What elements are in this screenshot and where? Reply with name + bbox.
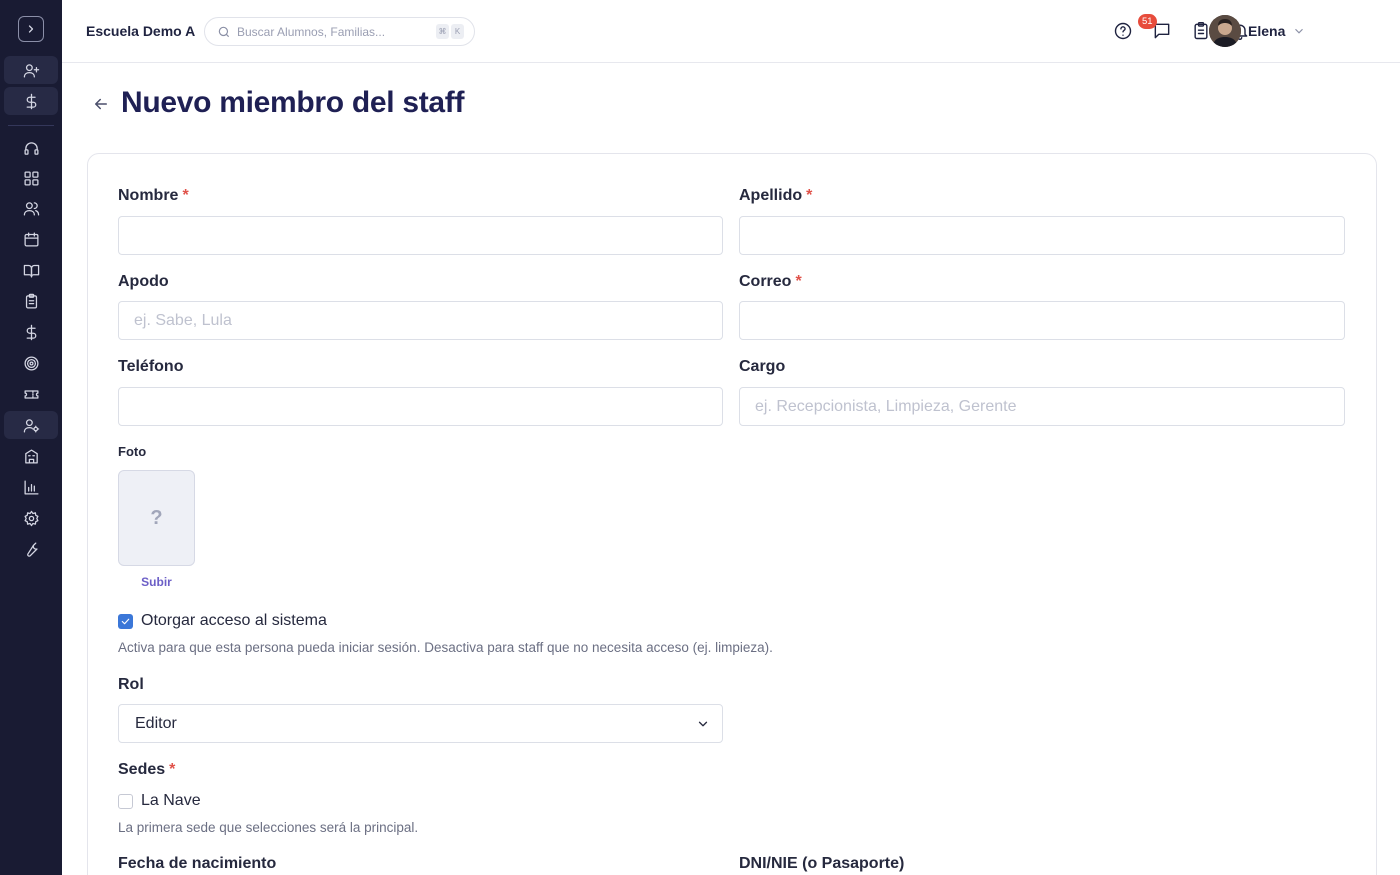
checkmark-icon — [121, 618, 130, 625]
dollar-icon — [26, 93, 36, 109]
phone-field[interactable] — [118, 387, 723, 426]
email-field[interactable] — [739, 301, 1345, 340]
first-name-field[interactable] — [118, 216, 723, 255]
sidebar-divider — [8, 125, 54, 126]
tasks-button[interactable] — [1191, 21, 1211, 41]
last-name-field[interactable] — [739, 216, 1345, 255]
user-photo-icon — [1209, 15, 1241, 47]
page-title: Nuevo miembro del staff — [121, 86, 465, 119]
user-plus-icon — [23, 63, 39, 78]
chevron-down-icon — [1295, 28, 1303, 34]
headset-icon — [23, 141, 39, 155]
user-menu-button[interactable] — [1292, 24, 1306, 38]
upload-photo-link[interactable]: Subir — [118, 575, 195, 589]
system-access-label[interactable]: Otorgar acceso al sistema — [141, 612, 327, 630]
sidebar — [0, 0, 62, 875]
role-selected-value: Editor — [135, 715, 177, 732]
location-la-nave-checkbox[interactable] — [118, 794, 133, 809]
staff-form-card — [87, 153, 1377, 875]
locations-hint: La primera sede que selecciones será la … — [118, 820, 419, 835]
sidebar-item-add-user[interactable] — [4, 56, 58, 84]
sidebar-item-tickets[interactable] — [4, 380, 58, 408]
sidebar-item-billing-quick[interactable] — [4, 87, 58, 115]
sidebar-item-calendar[interactable] — [4, 225, 58, 253]
users-icon — [23, 201, 39, 216]
tasks-count-badge: 51 — [1138, 14, 1157, 29]
photo-placeholder-glyph: ? — [150, 506, 163, 529]
search-input[interactable] — [237, 23, 427, 41]
sidebar-item-settings[interactable] — [4, 504, 58, 532]
calendar-icon — [23, 231, 39, 247]
search-box[interactable]: ⌘ K — [204, 17, 475, 46]
system-access-hint: Activa para que esta persona pueda inici… — [118, 640, 773, 655]
shortcut-key-k: K — [451, 24, 464, 39]
ticket-icon — [23, 389, 39, 399]
position-field[interactable] — [739, 387, 1345, 426]
phone-label: Teléfono — [118, 358, 184, 375]
sidebar-item-dashboard[interactable] — [4, 164, 58, 192]
sidebar-item-goals[interactable] — [4, 349, 58, 377]
bar-chart-icon — [23, 479, 39, 495]
dollar-icon — [26, 324, 36, 340]
email-label: Correo * — [739, 273, 802, 290]
sidebar-item-tools[interactable] — [4, 535, 58, 563]
photo-placeholder[interactable]: ? — [118, 470, 195, 566]
chevron-down-icon — [698, 721, 708, 727]
sidebar-toggle-button[interactable] — [18, 16, 44, 42]
sidebar-item-students[interactable] — [4, 194, 58, 222]
user-cog-icon — [23, 418, 39, 433]
first-name-label: Nombre * — [118, 187, 189, 204]
help-circle-icon — [1114, 22, 1132, 40]
gear-icon — [23, 510, 39, 526]
chevron-right-icon — [28, 25, 34, 33]
search-icon — [218, 26, 230, 38]
arrow-left-icon — [95, 98, 107, 110]
user-name[interactable]: Elena — [1248, 23, 1285, 39]
sidebar-item-payments[interactable] — [4, 318, 58, 346]
role-label: Rol — [118, 676, 144, 693]
photo-label: Foto — [118, 444, 147, 459]
system-access-checkbox[interactable] — [118, 614, 133, 629]
id-document-label: DNI/NIE (o Pasaporte) — [739, 855, 905, 872]
sidebar-item-support[interactable] — [4, 134, 58, 162]
back-button[interactable] — [92, 95, 110, 113]
last-name-label: Apellido * — [739, 187, 813, 204]
wrench-icon — [26, 541, 38, 557]
nickname-label: Apodo — [118, 273, 169, 290]
position-label: Cargo — [739, 358, 786, 375]
shortcut-key-cmd: ⌘ — [436, 24, 449, 39]
help-button[interactable] — [1113, 21, 1133, 41]
book-icon — [23, 264, 39, 278]
sidebar-item-staff[interactable] — [4, 411, 58, 439]
locations-label: Sedes * — [118, 761, 176, 778]
sidebar-item-courses[interactable] — [4, 256, 58, 284]
grid-icon — [23, 170, 39, 186]
sidebar-item-tasks[interactable] — [4, 287, 58, 315]
clipboard-list-icon — [1194, 21, 1208, 40]
school-name[interactable]: Escuela Demo A — [86, 23, 195, 39]
sidebar-item-reports[interactable] — [4, 473, 58, 501]
clipboard-icon — [25, 293, 37, 309]
target-icon — [23, 355, 39, 371]
nickname-field[interactable] — [118, 301, 723, 340]
sidebar-item-buildings[interactable] — [4, 442, 58, 470]
role-select[interactable]: Editor — [118, 704, 723, 743]
building-icon — [24, 448, 38, 464]
birth-date-label: Fecha de nacimiento — [118, 855, 277, 872]
avatar[interactable] — [1209, 15, 1241, 47]
location-la-nave-label[interactable]: La Nave — [141, 792, 201, 810]
